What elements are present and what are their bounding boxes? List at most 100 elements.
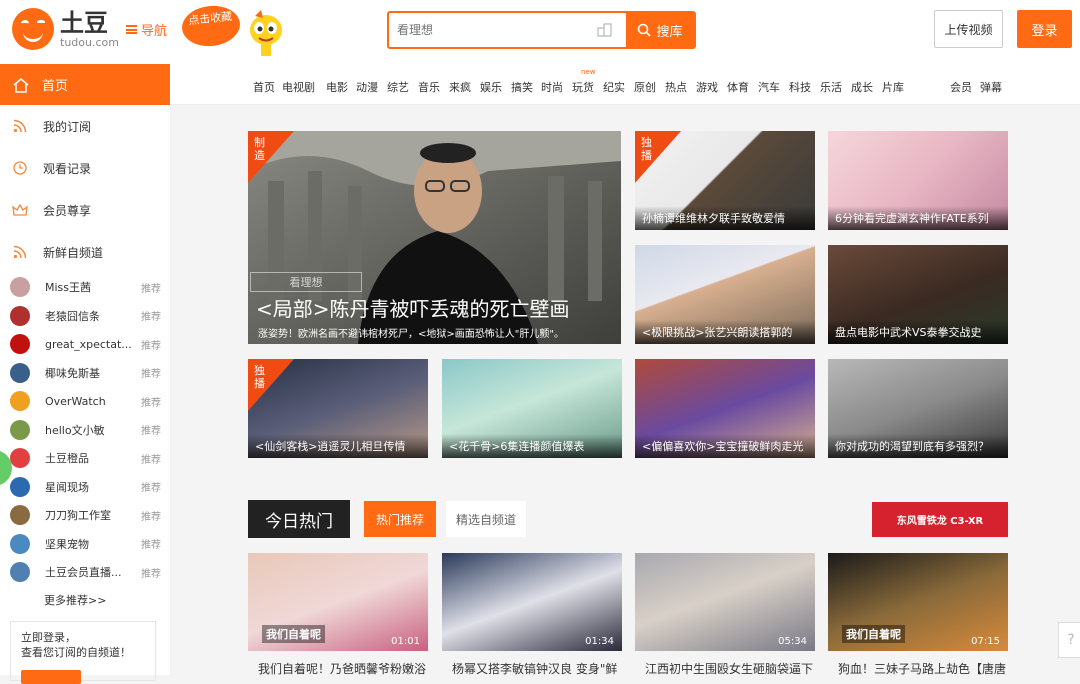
video-card[interactable]: 独播 <仙剑客栈>逍遥灵儿相旦传情 — [248, 359, 428, 458]
nav-item[interactable]: 会员 — [950, 79, 972, 95]
channel-recommend-link[interactable]: 推荐 — [141, 422, 161, 437]
nav-item[interactable]: 时尚 — [541, 79, 563, 95]
category-nav: 首页 电视剧 电影 动漫 综艺 音乐 来疯 娱乐 搞笑 时尚 玩货 纪实 原创 热点 游戏 体育 汽车 科技 乐活成… — [170, 64, 1080, 105]
nav-item[interactable]: 科技 — [789, 79, 811, 95]
channel-name: 老猿囧信条 — [45, 309, 100, 323]
nav-item[interactable]: 电视剧 — [282, 79, 315, 95]
sidebar-item-home[interactable]: 首页 — [0, 64, 170, 105]
channel-item[interactable]: Miss王茜 推荐 — [0, 273, 170, 302]
favorite-bubble-text: 点击收藏 — [187, 9, 233, 28]
channel-recommend-link[interactable]: 推荐 — [141, 394, 161, 409]
hot-video-title[interactable]: 杨幂又搭李敏镐钟汉良 变身"鲜 — [452, 660, 632, 677]
hot-video-thumbnail[interactable]: 05:34 — [635, 553, 815, 651]
search-button[interactable]: 搜库 — [626, 13, 694, 47]
nav-item[interactable]: 游戏 — [696, 79, 718, 95]
channel-item[interactable]: 老猿囧信条 推荐 — [0, 302, 170, 331]
clock-icon — [12, 160, 28, 176]
channel-item[interactable]: OverWatch 推荐 — [0, 387, 170, 416]
sidebar-item-history[interactable]: 观看记录 — [0, 147, 170, 189]
video-card[interactable]: 你对成功的渴望到底有多强烈？ — [828, 359, 1008, 458]
hero-card[interactable]: 制造 <局部>陈丹青被吓丢魂的死亡壁画 涨姿势！欧洲名画不避讳棺材死尸，<地狱>… — [248, 131, 621, 344]
tab-hot-recommend[interactable]: 热门推荐 — [364, 501, 436, 537]
channel-item[interactable]: 土豆会员直播... 推荐 — [0, 558, 170, 587]
tudou-logo[interactable]: 土豆 tudou.com — [12, 8, 119, 50]
channel-list: Miss王茜 推荐 老猿囧信条 推荐 great_xpectat... 推荐 椰味免斯基 推荐… — [0, 273, 170, 587]
login-tip-line2: 查看您订阅的自频道！ — [21, 646, 131, 659]
channel-recommend-link[interactable]: 推荐 — [141, 536, 161, 551]
channel-recommend-link[interactable]: 推荐 — [141, 508, 161, 523]
avatar — [10, 277, 30, 298]
channel-recommend-link[interactable]: 推荐 — [141, 308, 161, 323]
nav-item[interactable]: 玩货 — [572, 79, 594, 95]
potato-mascot-icon — [250, 10, 282, 56]
sidebar-item-channels[interactable]: 新鲜自频道 — [0, 231, 170, 273]
nav-item[interactable]: 成长 — [851, 79, 873, 95]
building-icon[interactable] — [594, 13, 616, 47]
nav-item[interactable]: 综艺 — [387, 79, 409, 95]
channel-recommend-link[interactable]: 推荐 — [141, 280, 161, 295]
sidebar-login-button[interactable] — [21, 670, 81, 684]
tab-selected-channels[interactable]: 精选自频道 — [446, 501, 526, 537]
video-card[interactable]: <花千骨>6集连播颜值爆表 — [442, 359, 622, 458]
channel-item[interactable]: hello文小敏 推荐 — [0, 416, 170, 445]
channel-recommend-link[interactable]: 推荐 — [141, 565, 161, 580]
channel-item[interactable]: 星闻现场 推荐 — [0, 473, 170, 502]
video-card[interactable]: 盘点电影中武术VS泰拳交战史 — [828, 245, 1008, 344]
channel-recommend-link[interactable]: 推荐 — [141, 479, 161, 494]
nav-item[interactable]: 动漫 — [356, 79, 378, 95]
sidebar-item-subscriptions[interactable]: 我的订阅 — [0, 105, 170, 147]
nav-item[interactable]: 片库 — [882, 79, 904, 95]
channel-recommend-link[interactable]: 推荐 — [141, 365, 161, 380]
hot-video-thumbnail[interactable]: 我们自着呢 07:15 — [828, 553, 1008, 651]
nav-item[interactable]: 音乐 — [418, 79, 440, 95]
nav-item[interactable]: 娱乐 — [480, 79, 502, 95]
ad-banner[interactable]: 东风雪铁龙 C3-XR — [872, 502, 1008, 537]
video-card[interactable]: 6分钟看完虚渊玄神作FATE系列 — [828, 131, 1008, 230]
nav-item[interactable]: 纪实 — [603, 79, 625, 95]
nav-item[interactable]: 热点 — [665, 79, 687, 95]
hot-video-thumbnail[interactable]: 我们自着呢 01:01 — [248, 553, 428, 651]
channel-item[interactable]: 椰味免斯基 推荐 — [0, 359, 170, 388]
avatar — [10, 334, 30, 355]
left-sidebar: 首页 我的订阅 观看记录 会员尊享 新鲜自频道 Miss王茜 推荐 老猿囧信条 推荐 g… — [0, 64, 170, 684]
hot-video-thumbnail[interactable]: 01:34 — [442, 553, 622, 651]
hot-video-title[interactable]: 我们自着呢！乃爸晒馨爷粉嫩浴 — [258, 660, 438, 677]
nav-item[interactable]: 搞笑 — [511, 79, 533, 95]
video-card[interactable]: <偏偏喜欢你>宝宝撞破鲜肉走光 — [635, 359, 815, 458]
channel-recommend-link[interactable]: 推荐 — [141, 451, 161, 466]
help-button[interactable]: ? — [1058, 622, 1080, 658]
video-caption: 孙楠谭维维林夕联手致敬爱情 — [635, 206, 815, 230]
nav-item[interactable]: 体育 — [727, 79, 749, 95]
video-card[interactable]: <极限挑战>张艺兴朗读搭郭的 — [635, 245, 815, 344]
exclusive-tag: 制造 — [248, 131, 294, 183]
hot-video-title[interactable]: 狗血！三妹子马路上劫色【唐唐 — [838, 660, 1018, 677]
nav-item[interactable]: 弹幕 — [980, 79, 1002, 95]
channel-item[interactable]: 土豆橙品 推荐 — [0, 444, 170, 473]
video-caption: <极限挑战>张艺兴朗读搭郭的 — [635, 320, 815, 344]
channel-name: 刀刀狗工作室 — [45, 509, 111, 523]
login-prompt-box: 立即登录， 查看您订阅的自频道！ — [10, 621, 156, 684]
sidebar-item-vip[interactable]: 会员尊享 — [0, 189, 170, 231]
nav-item[interactable]: 电影 — [326, 79, 348, 95]
upload-video-button[interactable]: 上传视频 — [934, 10, 1003, 48]
favorite-bubble[interactable]: 点击收藏 — [180, 3, 242, 49]
search-input[interactable] — [389, 13, 594, 47]
channel-recommend-link[interactable]: 推荐 — [141, 337, 161, 352]
login-button[interactable]: 登录 — [1017, 10, 1072, 48]
nav-item[interactable]: 首页 — [253, 79, 275, 95]
video-duration: 07:15 — [971, 636, 1000, 647]
nav-menu-label: 导航 — [141, 24, 168, 39]
channel-item[interactable]: 坚果宠物 推荐 — [0, 530, 170, 559]
hot-video-title[interactable]: 江西初中生围殴女生砸脑袋逼下 — [645, 660, 825, 677]
avatar — [10, 476, 30, 497]
nav-item[interactable]: 汽车 — [758, 79, 780, 95]
nav-menu-button[interactable]: 导航 — [126, 20, 167, 39]
channel-item[interactable]: 刀刀狗工作室 推荐 — [0, 501, 170, 530]
exclusive-tag: 独播 — [635, 131, 681, 183]
nav-item[interactable]: 来疯 — [449, 79, 471, 95]
video-card[interactable]: 独播孙楠谭维维林夕联手致敬爱情 — [635, 131, 815, 230]
nav-item[interactable]: 乐活 — [820, 79, 842, 95]
nav-item[interactable]: 原创 — [634, 79, 656, 95]
more-recommendations-link[interactable]: 更多推荐>> — [0, 587, 170, 613]
channel-item[interactable]: great_xpectat... 推荐 — [0, 330, 170, 359]
